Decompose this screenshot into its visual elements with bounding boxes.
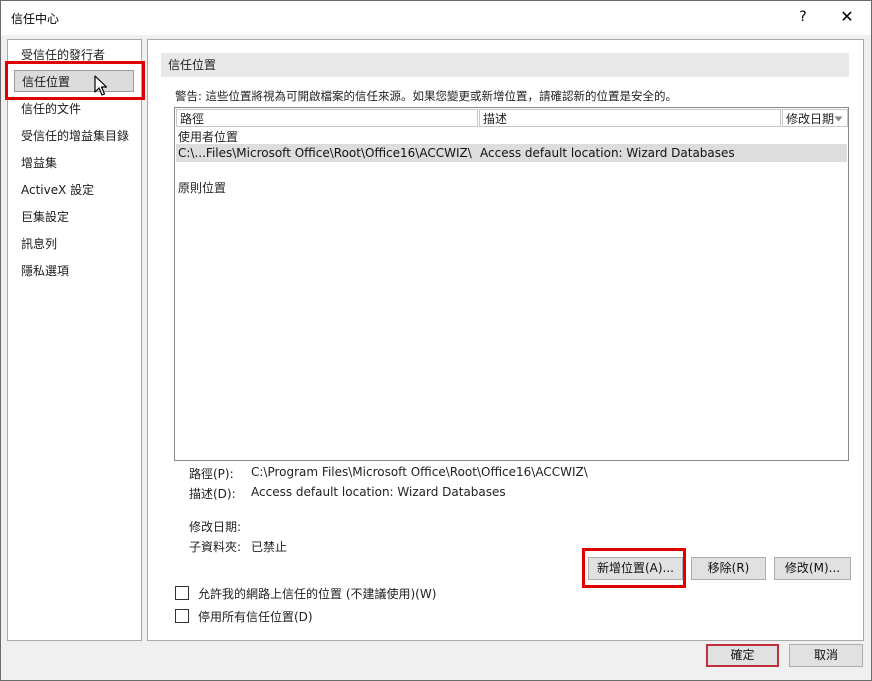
main-panel: 信任位置 警告: 這些位置將視為可開啟檔案的信任來源。如果您變更或新增位置，請確… [147,39,864,641]
column-header-modified-label: 修改日期 [786,112,835,126]
row-path: C:\...Files\Microsoft Office\Root\Office… [178,146,472,160]
detail-description-label: 描述(D): [189,487,236,501]
allow-network-locations-checkbox[interactable]: 允許我的網路上信任的位置 (不建議使用)(W) [175,586,436,602]
checkbox-label: 允許我的網路上信任的位置 (不建議使用)(W) [198,587,437,601]
row-description: Access default location: Wizard Database… [480,146,735,160]
mouse-cursor-icon [94,75,108,96]
ok-button[interactable]: 確定 [706,644,779,667]
sidebar: 受信任的發行者 信任位置 信任的文件 受信任的增益集目錄 增益集 ActiveX… [7,39,142,641]
detail-modified-label: 修改日期: [189,520,242,534]
sort-down-icon [834,116,843,122]
sidebar-item-activex-settings[interactable]: ActiveX 設定 [14,179,134,201]
checkbox-label: 停用所有信任位置(D) [198,610,313,624]
detail-path-value: C:\Program Files\Microsoft Office\Root\O… [251,465,588,479]
section-title: 信任位置 [161,53,849,77]
group-label-policy-locations: 原則位置 [178,181,227,195]
sidebar-item-addins[interactable]: 增益集 [14,152,134,174]
column-header-modified[interactable]: 修改日期 [782,109,848,127]
help-icon[interactable]: ? [789,5,817,29]
window-title: 信任中心 [11,12,60,26]
sidebar-item-trusted-addin-catalogs[interactable]: 受信任的增益集目錄 [14,125,134,147]
trusted-locations-list[interactable]: 路徑 描述 修改日期 使用者位置 C:\...Files\Microsoft O… [174,107,849,461]
remove-button[interactable]: 移除(R) [691,557,766,580]
column-header-description[interactable]: 描述 [479,109,781,127]
disable-all-locations-checkbox[interactable]: 停用所有信任位置(D) [175,609,313,625]
warning-text: 警告: 這些位置將視為可開啟檔案的信任來源。如果您變更或新增位置，請確認新的位置… [175,89,678,103]
cancel-button[interactable]: 取消 [789,644,863,667]
detail-subfolders-value: 已禁止 [251,540,288,554]
detail-subfolders-label: 子資料夾: [189,540,242,554]
column-header-path[interactable]: 路徑 [176,109,478,127]
title-bar: 信任中心 ? ✕ [1,1,871,35]
group-label-user-locations: 使用者位置 [178,130,239,144]
trust-center-dialog: 信任中心 ? ✕ 受信任的發行者 信任位置 信任的文件 受信任的增益集目錄 增益… [0,0,872,681]
detail-description-value: Access default location: Wizard Database… [251,485,506,499]
modify-button[interactable]: 修改(M)... [774,557,851,580]
sidebar-item-macro-settings[interactable]: 巨集設定 [14,206,134,228]
sidebar-item-privacy-options[interactable]: 隱私選項 [14,260,134,282]
detail-path-label: 路徑(P): [189,467,234,481]
sidebar-item-trusted-publishers[interactable]: 受信任的發行者 [14,44,134,66]
checkbox-box[interactable] [175,586,189,600]
checkbox-box[interactable] [175,609,189,623]
close-icon[interactable]: ✕ [833,5,861,29]
sidebar-item-trusted-documents[interactable]: 信任的文件 [14,98,134,120]
add-location-button[interactable]: 新增位置(A)... [588,557,683,580]
table-row[interactable]: C:\...Files\Microsoft Office\Root\Office… [176,144,847,162]
sidebar-item-trusted-locations[interactable]: 信任位置 [14,70,134,92]
sidebar-item-message-bar[interactable]: 訊息列 [14,233,134,255]
